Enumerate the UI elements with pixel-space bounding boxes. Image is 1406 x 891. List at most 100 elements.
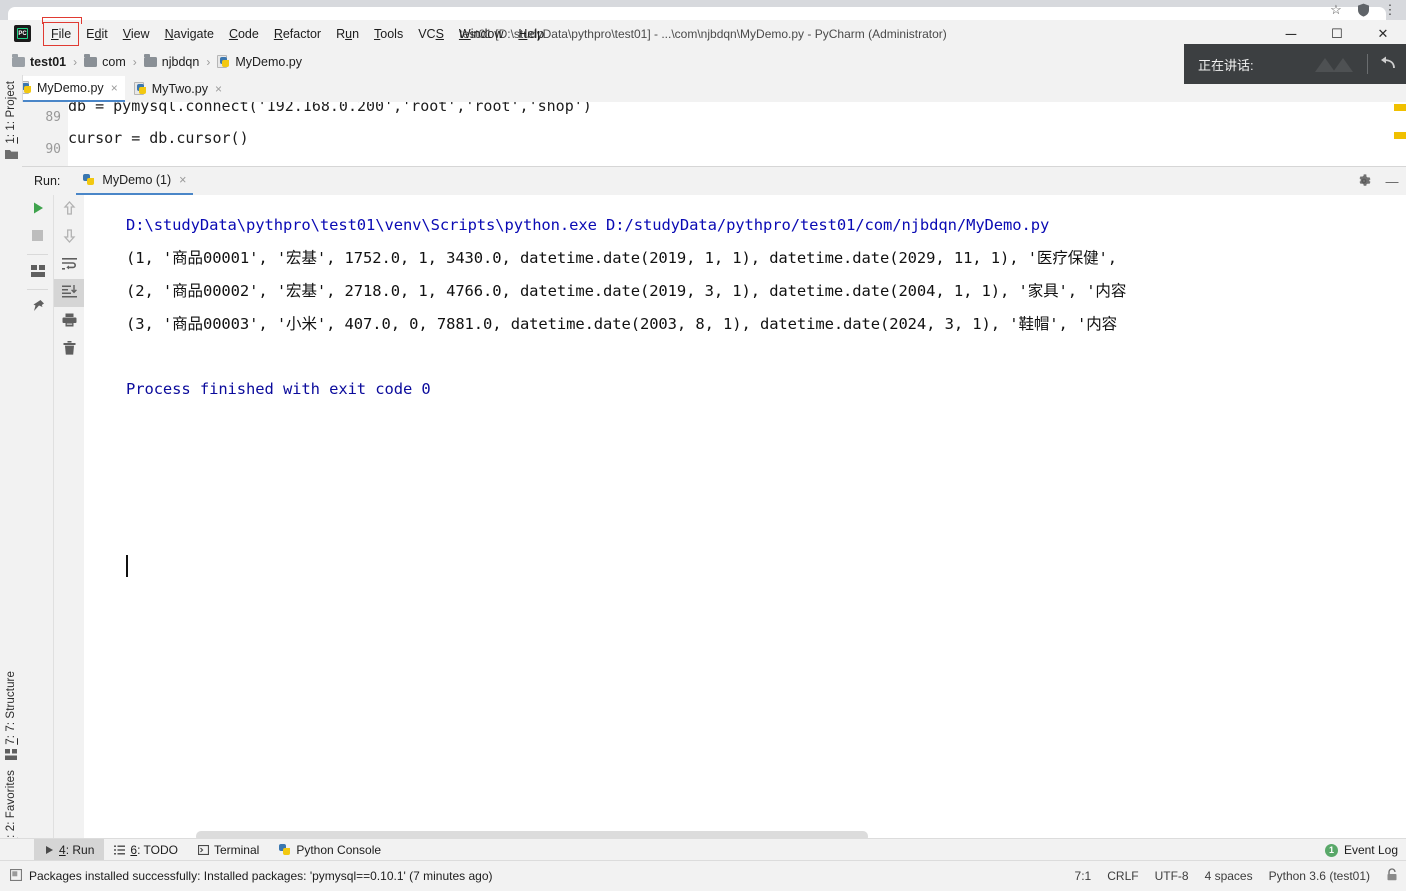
breadcrumb-label: com	[102, 54, 126, 69]
run-tab-mydemo[interactable]: MyDemo (1) ×	[76, 168, 194, 195]
menu-item-code[interactable]: Code	[222, 23, 266, 45]
toolbar-divider	[27, 289, 48, 290]
console-output[interactable]: D:\studyData\pythpro\test01\venv\Scripts…	[84, 195, 1406, 849]
breadcrumb-separator: ›	[132, 54, 137, 69]
console-row: (1, '商品00001', '宏基', 1752.0, 1, 3430.0, …	[126, 249, 1117, 267]
editor-tab-label: MyDemo.py	[37, 81, 104, 95]
close-icon[interactable]: ×	[111, 81, 118, 95]
menu-item-navigate[interactable]: Navigate	[158, 23, 221, 45]
overflow-menu-icon[interactable]: ⋮	[1382, 2, 1398, 18]
speaking-notification-overlay[interactable]: 正在讲话:	[1184, 44, 1406, 84]
breadcrumb-item-njbdqn[interactable]: njbdqn	[143, 54, 200, 69]
divider	[1367, 54, 1368, 74]
close-icon[interactable]: ×	[215, 82, 222, 96]
info-window-icon	[9, 868, 23, 884]
bottom-tab-terminal[interactable]: Terminal	[188, 839, 269, 861]
project-folder-icon	[4, 148, 18, 162]
up-the-stack-button[interactable]	[54, 195, 85, 223]
editor-tab-mytwo[interactable]: MyTwo.py ×	[125, 76, 229, 102]
bottom-tab-todo[interactable]: 6: TODO	[104, 839, 188, 861]
browser-page-area	[8, 7, 1386, 20]
caret-position[interactable]: 7:1	[1075, 869, 1092, 883]
file-encoding[interactable]: UTF-8	[1155, 869, 1189, 883]
run-label: Run:	[34, 174, 61, 188]
scroll-to-end-button[interactable]	[54, 279, 85, 307]
soft-wrap-button[interactable]	[54, 251, 85, 279]
clear-all-button[interactable]	[54, 335, 85, 363]
event-log-badge: 1	[1324, 843, 1338, 857]
bottom-tab-label: Python Console	[296, 843, 382, 857]
warning-marker[interactable]	[1394, 104, 1406, 111]
menu-item-run[interactable]: Run	[329, 23, 366, 45]
shield-icon[interactable]	[1355, 2, 1371, 18]
rail-label-structure: 7: Structure	[5, 671, 17, 732]
line-separator[interactable]: CRLF	[1107, 869, 1138, 883]
play-icon	[31, 201, 45, 218]
sidebar-item-project[interactable]: 1: 1: Project	[0, 81, 22, 162]
soft-wrap-icon	[62, 257, 77, 273]
pycharm-window: ☆ ⋮ test01 [D:\studyData\pythpro\test01]…	[0, 0, 1406, 891]
menu-item-tools[interactable]: Tools	[367, 23, 410, 45]
sidebar-item-structure[interactable]: 7: 7: Structure	[0, 671, 22, 763]
folder-icon	[12, 54, 25, 67]
run-toolbar	[22, 195, 85, 849]
close-icon[interactable]: ×	[179, 173, 186, 187]
indent-setting[interactable]: 4 spaces	[1205, 869, 1253, 883]
python-console-icon	[279, 844, 291, 856]
warning-marker[interactable]	[1394, 132, 1406, 139]
layout-button[interactable]	[22, 258, 53, 286]
print-button[interactable]	[54, 307, 85, 335]
status-bar-right: 7:1 CRLF UTF-8 4 spaces Python 3.6 (test…	[1075, 868, 1398, 884]
ide-root: test01 [D:\studyData\pythpro\test01] - .…	[0, 17, 1406, 891]
status-message[interactable]: Packages installed successfully: Install…	[9, 868, 493, 884]
undo-arrow-icon[interactable]	[1378, 55, 1396, 74]
code-line: cursor = db.cursor()	[68, 129, 249, 147]
browser-chrome-strip: ☆ ⋮	[0, 0, 1406, 20]
folder-icon	[143, 54, 157, 67]
menu-item-file[interactable]: File	[42, 17, 82, 46]
breadcrumb-item-com[interactable]: com	[84, 54, 126, 69]
menu-item-help[interactable]: Help	[511, 23, 551, 45]
python-file-icon	[133, 82, 147, 96]
bottom-tab-python-console[interactable]: Python Console	[269, 839, 391, 861]
pin-tab-button[interactable]	[22, 293, 53, 321]
menu-item-view[interactable]: View	[116, 23, 157, 45]
event-log-button[interactable]: 1 Event Log	[1324, 843, 1398, 857]
status-bar: Packages installed successfully: Install…	[0, 860, 1406, 891]
down-the-stack-button[interactable]	[54, 223, 85, 251]
stop-icon	[31, 229, 44, 245]
pin-icon	[31, 299, 45, 316]
hide-window-icon[interactable]: —	[1384, 173, 1400, 189]
left-tool-rail: 1: 1: Project 7: 7: Structure 2: 2: Favo…	[0, 75, 23, 862]
menu-item-refactor[interactable]: Refactor	[267, 23, 328, 45]
run-tool-window: Run: MyDemo (1) × — D:\studyData\pythpro…	[22, 166, 1406, 849]
code-line: db = pymysql.connect('192.168.0.200','ro…	[68, 102, 592, 115]
editor-tab-mydemo[interactable]: MyDemo.py ×	[10, 76, 125, 102]
run-window-header: Run: MyDemo (1) × —	[22, 167, 1406, 195]
stop-button[interactable]	[22, 223, 53, 251]
bottom-tab-run[interactable]: 4: Run	[34, 839, 105, 861]
python-interpreter[interactable]: Python 3.6 (test01)	[1269, 869, 1370, 883]
star-icon[interactable]: ☆	[1328, 2, 1344, 18]
notification-actions	[1313, 54, 1396, 74]
bottom-tab-label: Terminal	[213, 843, 260, 857]
breadcrumb-label: MyDemo.py	[235, 54, 302, 69]
breadcrumb-label: njbdqn	[161, 54, 200, 69]
line-number: 90	[45, 142, 61, 157]
menu-item-vcs[interactable]: VCS	[411, 23, 451, 45]
breadcrumb-item-test01[interactable]: test01	[12, 54, 66, 69]
code-editor[interactable]: 89 90 db = pymysql.connect('192.168.0.20…	[22, 102, 1406, 166]
breadcrumb-item-mydemo[interactable]: MyDemo.py	[217, 54, 302, 69]
editor-code-area[interactable]: db = pymysql.connect('192.168.0.200','ro…	[68, 102, 1406, 166]
lock-icon[interactable]	[1386, 868, 1398, 884]
status-message-text: Packages installed successfully: Install…	[29, 869, 493, 883]
mountain-icon[interactable]	[1313, 54, 1357, 74]
python-run-icon	[83, 173, 96, 187]
editor-tab-label: MyTwo.py	[151, 82, 208, 96]
menu-item-window[interactable]: Window	[452, 23, 510, 45]
settings-gear-icon[interactable]	[1356, 173, 1372, 189]
arrow-up-icon	[63, 200, 76, 218]
rerun-button[interactable]	[22, 195, 53, 223]
structure-icon	[4, 748, 18, 763]
menu-item-edit[interactable]: Edit	[79, 23, 115, 45]
